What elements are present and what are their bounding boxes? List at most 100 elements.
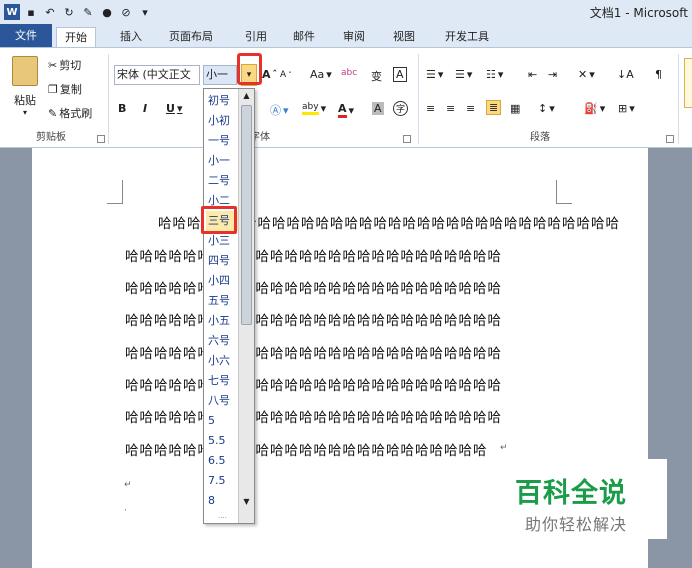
size-option[interactable]: 7.5 [206, 471, 238, 491]
character-shading-label: A [372, 102, 384, 115]
change-case-button[interactable]: Aa ▾ [310, 68, 332, 81]
clipboard-launcher-icon[interactable] [97, 135, 105, 143]
group-divider [678, 54, 679, 144]
size-option[interactable]: 小六 [206, 351, 238, 371]
size-option[interactable]: 一号 [206, 131, 238, 151]
distributed-button[interactable]: ▦ [510, 102, 520, 115]
size-option[interactable]: 小初 [206, 111, 238, 131]
decrease-indent-icon: ⇤ [528, 68, 538, 81]
font-color-button[interactable]: A ▾ [338, 102, 354, 118]
highlight-button[interactable]: aby ▾ [302, 102, 326, 115]
copy-button[interactable]: ❐ 复制 [48, 81, 82, 97]
size-option[interactable]: 小四 [206, 271, 238, 291]
tab-mailings[interactable]: 邮件 [285, 27, 323, 48]
character-shading-button[interactable]: A [372, 102, 384, 115]
text-effects-button[interactable]: Ⓐ ▾ [270, 102, 289, 118]
tab-view[interactable]: 视图 [385, 27, 423, 48]
numbering-button[interactable]: ☰ ▾ [455, 68, 472, 81]
size-option[interactable]: 5.5 [206, 431, 238, 451]
color-icon[interactable]: ● [99, 4, 115, 20]
tab-file[interactable]: 文件 [0, 24, 52, 48]
paragraph-group-label: 段落 [530, 132, 550, 143]
decrease-indent-button[interactable]: ⇤ [528, 68, 537, 81]
tab-references[interactable]: 引用 [237, 27, 275, 48]
shrink-font-button[interactable]: Aˇ [280, 70, 292, 80]
align-left-button[interactable]: ≡ [426, 102, 435, 115]
cut-button[interactable]: ✂ 剪切 [48, 57, 81, 73]
tab-insert[interactable]: 插入 [112, 27, 150, 48]
size-option[interactable]: 七号 [206, 371, 238, 391]
enclose-characters-button[interactable]: 字 [393, 101, 409, 116]
italic-button[interactable]: I [143, 102, 147, 115]
customize-qat-icon[interactable]: ▾ [137, 4, 153, 20]
paste-button[interactable]: 粘贴 ▾ [6, 54, 44, 124]
format-painter-qat-icon[interactable]: ✎ [80, 4, 96, 20]
document-line: 哈哈哈哈哈哈哈哈哈哈哈哈哈哈哈哈哈哈哈哈哈哈哈哈哈哈 [125, 249, 502, 265]
size-option[interactable]: 小三 [206, 231, 238, 251]
tab-home[interactable]: 开始 [56, 27, 96, 48]
align-center-button[interactable]: ≡ [446, 102, 455, 115]
format-painter-button[interactable]: ✎ 格式刷 [48, 105, 92, 121]
phonetic-guide-button[interactable]: 变 [371, 68, 382, 84]
window-title: 文档1 - Microsoft [589, 6, 688, 20]
size-option[interactable]: 5 [206, 411, 238, 431]
font-name-combo[interactable]: 宋体 (中文正文 [114, 65, 200, 85]
size-option[interactable]: 8 [206, 491, 238, 511]
dropdown-resize-grip[interactable]: ···· [218, 514, 227, 522]
underline-button[interactable]: U ▾ [166, 102, 182, 115]
scroll-thumb[interactable] [241, 105, 252, 325]
chinese-layout-icon: ✕ [578, 68, 588, 81]
styles-gallery-edge[interactable] [684, 58, 692, 108]
size-option[interactable]: 五号 [206, 291, 238, 311]
save-icon[interactable]: ▪ [23, 4, 39, 20]
undo-icon[interactable]: ↶ [42, 4, 58, 20]
justify-button[interactable]: ≣ [486, 100, 502, 115]
scroll-down-icon[interactable]: ▼ [239, 495, 254, 509]
size-option[interactable]: 小一 [206, 151, 238, 171]
tab-developer[interactable]: 开发工具 [437, 27, 497, 48]
bullets-icon: ☰ [426, 68, 436, 81]
distributed-icon: ▦ [510, 102, 521, 115]
size-option[interactable]: 二号 [206, 171, 238, 191]
multilevel-list-button[interactable]: ☷ ▾ [486, 68, 503, 81]
clear-formatting-button[interactable]: abc [341, 68, 357, 78]
increase-indent-button[interactable]: ⇥ [548, 68, 557, 81]
bold-button[interactable]: B [118, 102, 126, 115]
shading-button[interactable]: ⛽ ▾ [584, 102, 605, 115]
italic-label: I [143, 102, 148, 115]
clear-format-icon[interactable]: ⊘ [118, 4, 134, 20]
paragraph-launcher-icon[interactable] [666, 135, 674, 143]
paste-label: 粘贴 [14, 94, 36, 107]
watermark-brand: 百科全说 [515, 478, 627, 509]
borders-button[interactable]: ⊞ ▾ [618, 102, 635, 115]
document-line: 哈哈哈哈哈哈哈哈哈哈哈哈哈哈哈哈哈哈哈哈哈哈哈哈哈哈 [125, 281, 502, 297]
ribbon-tab-bar: 文件 开始 插入 页面布局 引用 邮件 审阅 视图 开发工具 [0, 24, 692, 48]
title-bar: W ▪ ↶ ↻ ✎ ● ⊘ ▾ 文档1 - Microsoft [0, 0, 692, 24]
size-option[interactable]: 6.5 [206, 451, 238, 471]
sort-button[interactable]: ↓A [617, 68, 634, 81]
chinese-layout-button[interactable]: ✕ ▾ [578, 68, 595, 81]
highlight-box-dropdown-arrow [237, 53, 262, 85]
font-name-value: 宋体 (中文正文 [117, 68, 191, 81]
size-option[interactable]: 小五 [206, 311, 238, 331]
grow-font-button[interactable]: Aˆ [262, 68, 277, 81]
tab-review[interactable]: 审阅 [335, 27, 373, 48]
size-option[interactable]: 六号 [206, 331, 238, 351]
line-spacing-button[interactable]: ↕ ▾ [538, 102, 555, 115]
character-border-button[interactable]: A [393, 67, 407, 82]
tab-page-layout[interactable]: 页面布局 [161, 27, 221, 48]
font-size-combo[interactable]: 小一 [203, 65, 237, 85]
change-case-label: Aa [310, 68, 325, 81]
size-option[interactable]: 八号 [206, 391, 238, 411]
size-option[interactable]: 四号 [206, 251, 238, 271]
align-right-button[interactable]: ≡ [466, 102, 475, 115]
dropdown-scrollbar[interactable]: ▲ ▼ [238, 89, 254, 523]
bullets-button[interactable]: ☰ ▾ [426, 68, 443, 81]
redo-icon[interactable]: ↻ [61, 4, 77, 20]
size-option[interactable]: 初号 [206, 91, 238, 111]
font-launcher-icon[interactable] [403, 135, 411, 143]
quick-access-toolbar: W ▪ ↶ ↻ ✎ ● ⊘ ▾ [4, 3, 153, 21]
scroll-up-icon[interactable]: ▲ [239, 89, 254, 103]
show-marks-button[interactable]: ¶ [655, 68, 662, 81]
group-divider [418, 54, 419, 144]
